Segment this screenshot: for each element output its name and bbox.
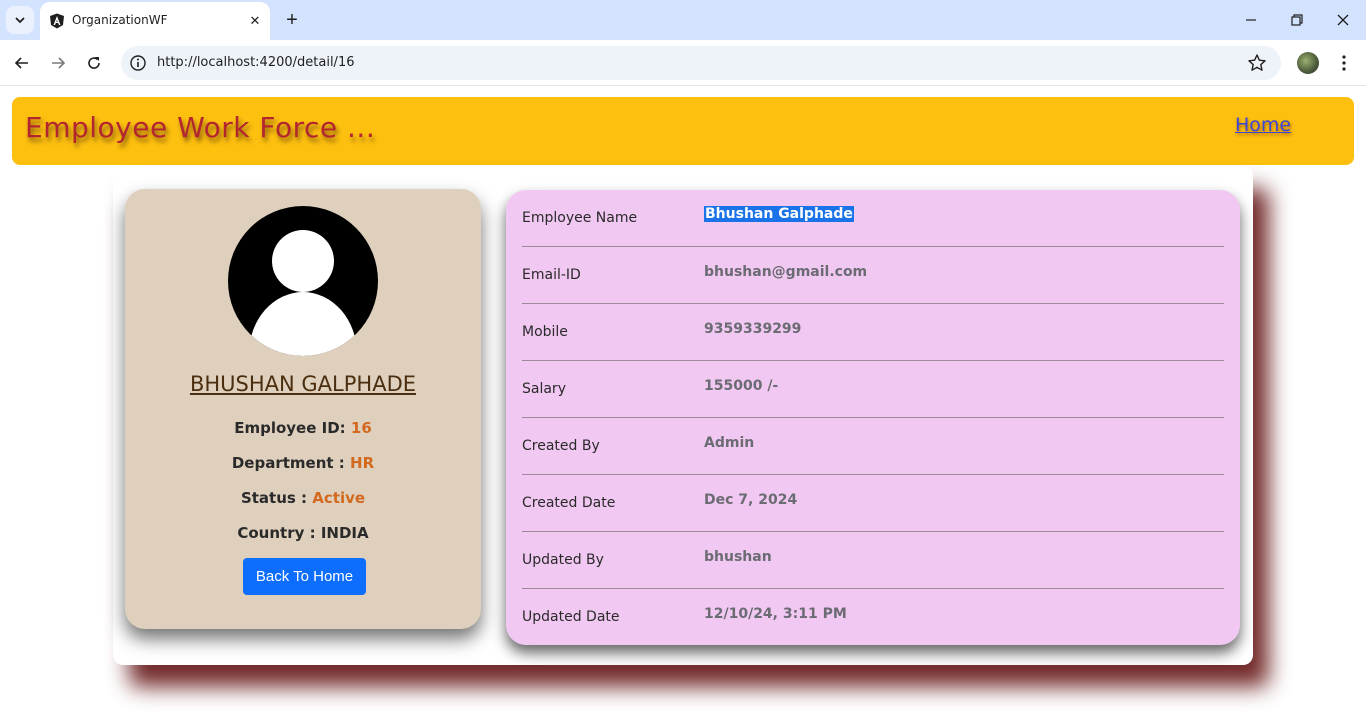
employee-id-line: Employee ID: 16 [125, 419, 481, 437]
detail-label: Updated Date [522, 609, 620, 625]
detail-label: Mobile [522, 324, 568, 340]
browser-tab-bar: OrganizationWF ✕ + [0, 0, 1366, 40]
detail-label: Created By [522, 438, 600, 454]
browser-tab-active[interactable]: OrganizationWF ✕ [40, 2, 270, 40]
info-icon[interactable] [129, 54, 147, 72]
detail-label: Salary [522, 381, 566, 397]
minimize-button[interactable] [1237, 6, 1265, 34]
reload-button[interactable] [80, 49, 108, 77]
kebab-menu-icon[interactable] [1332, 51, 1356, 75]
department-line: Department : HR [125, 454, 481, 472]
minimize-icon [1246, 19, 1256, 21]
detail-value: Dec 7, 2024 [704, 492, 798, 508]
detail-label: Employee Name [522, 210, 638, 226]
country-line: Country : INDIA [125, 524, 481, 542]
detail-row-updated-by: Updated By bhushan [522, 532, 1224, 589]
back-nav-button[interactable] [8, 49, 36, 77]
status-value: Active [312, 489, 366, 507]
detail-row-salary: Salary 155000 /- [522, 361, 1224, 418]
chevron-down-icon [15, 17, 25, 24]
arrow-right-icon [52, 57, 66, 69]
detail-row-created-date: Created Date Dec 7, 2024 [522, 475, 1224, 532]
employee-id-value: 16 [350, 419, 372, 437]
restore-button[interactable] [1283, 6, 1311, 34]
arrow-left-icon [14, 57, 28, 69]
detail-row-updated-date: Updated Date 12/10/24, 3:11 PM [522, 589, 1224, 646]
forward-nav-button[interactable] [44, 49, 72, 77]
detail-row-created-by: Created By Admin [522, 418, 1224, 475]
detail-label: Email-ID [522, 267, 581, 283]
country-value: INDIA [320, 524, 369, 542]
star-icon[interactable] [1247, 53, 1267, 73]
detail-value: bhushan [704, 549, 772, 565]
user-avatar-icon [228, 206, 378, 356]
detail-label: Updated By [522, 552, 604, 568]
detail-row-mobile: Mobile 9359339299 [522, 304, 1224, 361]
department-value: HR [350, 454, 375, 472]
status-label: Status : [240, 489, 308, 507]
close-window-button[interactable] [1329, 6, 1357, 34]
detail-row-employee-name: Employee Name Bhushan Galphade [522, 190, 1224, 247]
detail-value[interactable]: Bhushan Galphade [704, 206, 854, 222]
profile-avatar[interactable] [1297, 52, 1319, 74]
profile-name: BHUSHAN GALPHADE [189, 372, 417, 396]
reload-icon [88, 57, 100, 69]
back-to-home-button[interactable]: Back To Home [243, 558, 366, 595]
new-tab-button[interactable]: + [280, 8, 304, 32]
close-icon [1337, 14, 1349, 26]
detail-value: 9359339299 [704, 321, 802, 337]
angular-icon [50, 13, 64, 29]
employee-id-label: Employee ID: [234, 419, 346, 437]
detail-label: Created Date [522, 495, 616, 511]
home-link[interactable]: Home [1235, 114, 1291, 136]
status-line: Status : Active [125, 489, 481, 507]
detail-row-email: Email-ID bhushan@gmail.com [522, 247, 1224, 304]
department-label: Department : [231, 454, 345, 472]
detail-value: 155000 /- [704, 378, 779, 394]
address-bar[interactable]: http://localhost:4200/detail/16 [121, 46, 1281, 80]
employee-detail-card: BHUSHAN GALPHADE Employee ID: 16 Departm… [113, 166, 1253, 665]
tab-close-icon[interactable]: ✕ [246, 12, 264, 30]
detail-value: 12/10/24, 3:11 PM [704, 606, 847, 622]
profile-card: BHUSHAN GALPHADE Employee ID: 16 Departm… [125, 189, 481, 629]
url-text[interactable]: http://localhost:4200/detail/16 [157, 55, 354, 70]
tab-title: OrganizationWF [72, 13, 168, 27]
details-card: Employee Name Bhushan Galphade Email-ID … [506, 190, 1240, 645]
country-label: Country : [237, 524, 316, 542]
app-header: Employee Work Force ... Home [12, 97, 1354, 165]
tab-search-button[interactable] [6, 6, 34, 34]
detail-value: bhushan@gmail.com [704, 264, 868, 280]
detail-value: Admin [704, 435, 755, 451]
browser-toolbar: http://localhost:4200/detail/16 [0, 40, 1366, 86]
brand-title: Employee Work Force ... [25, 111, 376, 144]
restore-icon [1291, 14, 1303, 26]
